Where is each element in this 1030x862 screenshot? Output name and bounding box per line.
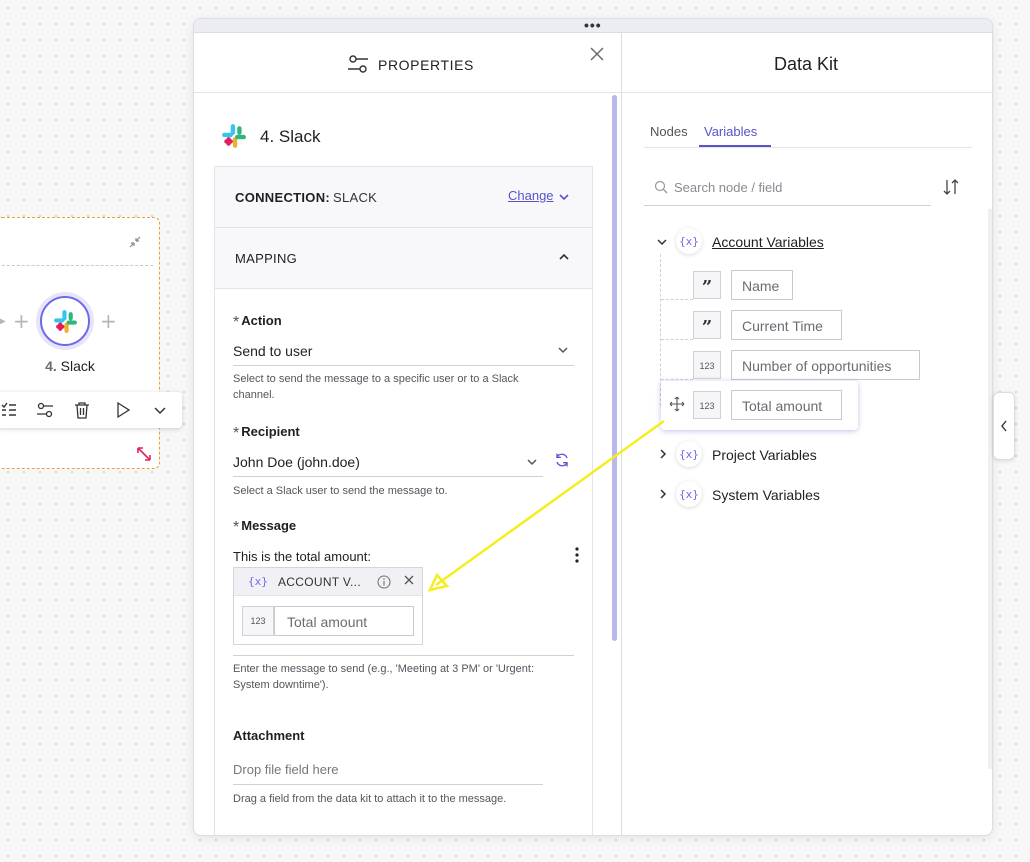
data-kit-title: Data Kit [774, 54, 839, 74]
node-name: Slack [60, 358, 95, 374]
workflow-node-card[interactable] [0, 217, 160, 469]
info-icon[interactable] [377, 575, 391, 589]
close-icon[interactable] [404, 575, 414, 585]
move-icon[interactable] [669, 396, 685, 412]
expand-side-tab[interactable] [993, 392, 1015, 460]
variable-group-icon: {x} [676, 441, 702, 467]
change-connection-link[interactable]: Change [508, 188, 554, 203]
dragged-variable-card[interactable]: 123 Total amount [661, 381, 858, 430]
action-underline [233, 365, 574, 366]
action-select-value[interactable]: Send to user [233, 343, 312, 359]
group-system-variables[interactable]: System Variables [712, 487, 820, 503]
drag-handle-icon[interactable]: ••• [584, 19, 602, 32]
text-type-icon: ” [693, 271, 721, 299]
message-text[interactable]: This is the total amount: [233, 549, 371, 564]
search-icon [654, 180, 668, 194]
mapping-label: MAPPING [235, 251, 298, 266]
attachment-help: Drag a field from the data kit to attach… [233, 793, 507, 805]
variable-token-group: ACCOUNT V... [278, 575, 361, 589]
variable-item-current-time[interactable]: Current Time [731, 310, 842, 340]
node-toolbar [0, 392, 182, 428]
variable-token-value: Total amount [274, 606, 414, 636]
mapping-row[interactable]: MAPPING [215, 228, 592, 289]
recipient-select-value[interactable]: John Doe (john.doe) [233, 454, 360, 470]
variable-token-header: {x} ACCOUNT V... [234, 568, 422, 596]
tree-guide [661, 379, 693, 380]
close-icon[interactable] [590, 47, 604, 61]
add-after-icon[interactable]: + [100, 309, 117, 333]
group-project-variables[interactable]: Project Variables [712, 447, 817, 463]
attachment-underline [233, 784, 543, 785]
play-icon[interactable] [114, 401, 132, 419]
tab-nodes[interactable]: Nodes [650, 124, 688, 139]
connection-value: SLACK [333, 190, 378, 205]
tab-variables[interactable]: Variables [704, 124, 757, 139]
collapse-icon[interactable] [129, 236, 141, 248]
message-label: * Message [233, 518, 297, 536]
recipient-help: Select a Slack user to send the message … [233, 485, 448, 497]
resize-icon[interactable] [136, 446, 152, 462]
slack-logo-icon [222, 124, 246, 148]
chevron-up-icon[interactable] [558, 252, 570, 262]
tabs-underline [644, 147, 972, 148]
action-label: * Action [233, 313, 282, 331]
number-type-icon: 123 [693, 351, 721, 379]
sort-icon[interactable] [942, 178, 960, 196]
action-help: Select to send the message to a specific… [233, 373, 519, 401]
chevron-down-icon[interactable] [557, 345, 569, 355]
chevron-down-icon[interactable] [151, 401, 169, 419]
tree-guide [661, 299, 693, 300]
group-account-variables[interactable]: Account Variables [712, 234, 824, 250]
connector-arrow-icon: ▶ [0, 316, 6, 327]
text-type-icon: ” [693, 311, 721, 339]
search-input[interactable]: Search node / field [674, 180, 782, 195]
drag-arrow [427, 419, 665, 592]
variable-item-total-amount[interactable]: Total amount [731, 390, 842, 420]
chevron-left-icon[interactable] [1000, 420, 1008, 432]
connection-label: CONNECTION: [235, 190, 331, 205]
node-number: 4. [45, 358, 57, 374]
variable-group-icon: {x} [676, 228, 702, 254]
chevron-down-icon[interactable] [657, 238, 667, 246]
number-type-icon: 123 [693, 391, 721, 419]
variable-token[interactable]: {x} ACCOUNT V... 123 Total amount [233, 567, 423, 645]
variable-item-name[interactable]: Name [731, 270, 793, 300]
properties-icon [348, 55, 368, 73]
search-underline [644, 205, 931, 206]
trash-icon[interactable] [73, 401, 91, 419]
message-underline [233, 655, 574, 656]
node-title: 4. Slack [260, 127, 321, 146]
message-help: Enter the message to send (e.g., 'Meetin… [233, 663, 535, 691]
chevron-down-icon[interactable] [558, 192, 570, 202]
recipient-label: * Recipient [233, 424, 300, 442]
node-label: 4. Slack [30, 358, 110, 374]
connection-row: CONNECTION: SLACK Change [215, 167, 592, 228]
variable-item-number-of-opportunities[interactable]: Number of opportunities [731, 350, 920, 380]
properties-icon[interactable] [36, 401, 54, 419]
tree-guide [661, 339, 693, 340]
number-type-chip: 123 [242, 606, 274, 636]
attachment-dropzone[interactable]: Drop file field here [233, 762, 339, 777]
active-tab-indicator [699, 145, 771, 147]
add-before-icon[interactable]: + [13, 309, 30, 333]
slack-node-circle[interactable] [40, 296, 90, 346]
variable-group-icon: {x} [676, 481, 702, 507]
slack-logo-icon [54, 310, 77, 333]
variable-icon: {x} [248, 575, 268, 588]
properties-title: PROPERTIES [378, 57, 474, 73]
data-kit-scrollbar-track[interactable] [988, 209, 992, 769]
checklist-icon[interactable] [0, 401, 18, 419]
attachment-label: Attachment [233, 728, 305, 743]
